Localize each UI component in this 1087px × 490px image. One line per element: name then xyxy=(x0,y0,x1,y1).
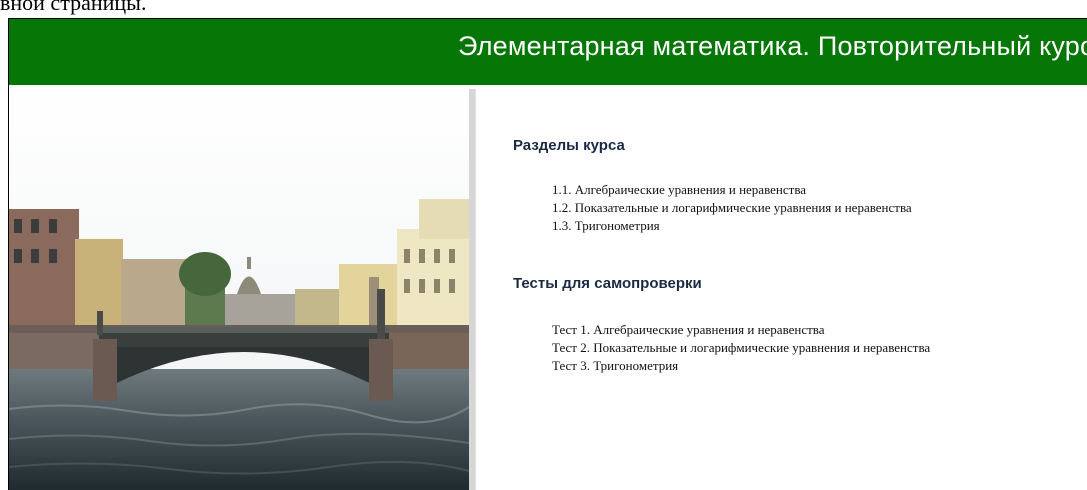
link-section-1-1[interactable]: 1.1. Алгебраические уравнения и неравенс… xyxy=(552,181,912,199)
river-bridge-photo xyxy=(9,89,469,490)
link-test-3[interactable]: Тест 3. Тригонометрия xyxy=(552,357,930,375)
link-test-2[interactable]: Тест 2. Показательные и логарифмические … xyxy=(552,339,930,357)
link-test-1[interactable]: Тест 1. Алгебраические уравнения и нерав… xyxy=(552,321,930,339)
photo-column xyxy=(9,89,475,490)
course-sections-list: 1.1. Алгебраические уравнения и неравенс… xyxy=(552,181,912,235)
site-header: Элементарная математика. Повторительный … xyxy=(9,19,1087,85)
self-tests-list: Тест 1. Алгебраические уравнения и нерав… xyxy=(552,321,930,375)
section-heading-tests: Тесты для самопроверки xyxy=(513,275,702,292)
link-section-1-2[interactable]: 1.2. Показательные и логарифмические ура… xyxy=(552,199,912,217)
site-title: Элементарная математика. Повторительный … xyxy=(458,31,1087,61)
document-caption: вной страницы. xyxy=(0,0,147,15)
section-heading-course: Разделы курса xyxy=(513,137,625,154)
link-section-1-3[interactable]: 1.3. Тригонометрия xyxy=(552,217,912,235)
page-frame: Элементарная математика. Повторительный … xyxy=(8,18,1087,490)
content-panel: Разделы курса 1.1. Алгебраические уравне… xyxy=(475,89,1087,490)
